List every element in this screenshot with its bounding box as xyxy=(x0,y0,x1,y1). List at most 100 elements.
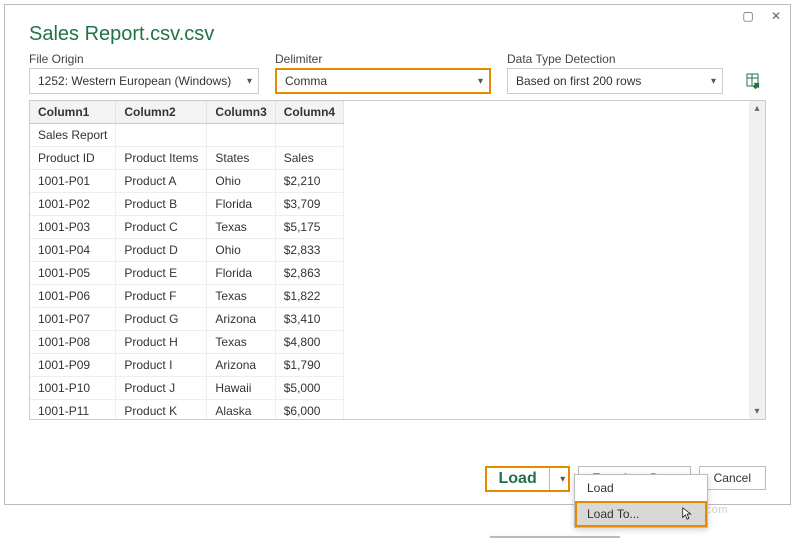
table-row[interactable]: 1001-P07Product GArizona$3,410 xyxy=(30,308,344,331)
scroll-up-icon[interactable]: ▴ xyxy=(752,101,761,116)
table-cell: Sales Report xyxy=(30,124,116,147)
table-cell: 1001-P04 xyxy=(30,239,116,262)
chevron-down-icon: ▾ xyxy=(711,76,716,87)
table-cell: 1001-P02 xyxy=(30,193,116,216)
scroll-down-icon[interactable]: ▾ xyxy=(752,404,761,419)
table-cell: Product I xyxy=(116,354,207,377)
table-cell: Sales xyxy=(275,147,343,170)
preview-grid: Column1Column2Column3Column4 Sales Repor… xyxy=(30,101,344,420)
table-cell: Ohio xyxy=(207,239,275,262)
table-cell: Arizona xyxy=(207,354,275,377)
table-cell: $1,822 xyxy=(275,285,343,308)
table-cell: Product K xyxy=(116,400,207,421)
chevron-down-icon: ▾ xyxy=(247,76,252,87)
table-cell: Product D xyxy=(116,239,207,262)
menu-item-load[interactable]: Load xyxy=(575,475,707,501)
table-row[interactable]: 1001-P05Product EFlorida$2,863 xyxy=(30,262,344,285)
table-row[interactable]: 1001-P04Product DOhio$2,833 xyxy=(30,239,344,262)
maximize-button[interactable]: ▢ xyxy=(734,5,762,27)
column-header[interactable]: Column4 xyxy=(275,101,343,124)
table-cell xyxy=(116,124,207,147)
table-cell: 1001-P09 xyxy=(30,354,116,377)
table-cell: Product C xyxy=(116,216,207,239)
table-row[interactable]: 1001-P09Product IArizona$1,790 xyxy=(30,354,344,377)
table-cell: $6,000 xyxy=(275,400,343,421)
table-row[interactable]: 1001-P03Product CTexas$5,175 xyxy=(30,216,344,239)
detection-value: Based on first 200 rows xyxy=(516,74,641,88)
table-cell: $5,175 xyxy=(275,216,343,239)
table-cell: $1,790 xyxy=(275,354,343,377)
load-button-main[interactable]: Load xyxy=(487,468,550,490)
table-cell: Product Items xyxy=(116,147,207,170)
table-cell: Product G xyxy=(116,308,207,331)
vertical-scrollbar[interactable]: ▴ ▾ xyxy=(749,101,765,419)
load-button-dropdown[interactable]: ▾ xyxy=(550,468,568,490)
table-cell: Texas xyxy=(207,285,275,308)
table-row[interactable]: Product IDProduct ItemsStatesSales xyxy=(30,147,344,170)
chevron-down-icon: ▾ xyxy=(478,76,483,87)
table-cell: $2,833 xyxy=(275,239,343,262)
table-cell: Product H xyxy=(116,331,207,354)
chevron-down-icon: ▾ xyxy=(560,474,565,485)
table-cell: Product E xyxy=(116,262,207,285)
extract-table-button[interactable] xyxy=(742,68,766,94)
table-row[interactable]: 1001-P01Product AOhio$2,210 xyxy=(30,170,344,193)
file-origin-select[interactable]: 1252: Western European (Windows) ▾ xyxy=(29,68,259,94)
table-cell: 1001-P06 xyxy=(30,285,116,308)
table-row[interactable]: 1001-P02Product BFlorida$3,709 xyxy=(30,193,344,216)
table-cell xyxy=(275,124,343,147)
delimiter-label: Delimiter xyxy=(275,52,491,66)
table-cell: 1001-P03 xyxy=(30,216,116,239)
column-header[interactable]: Column2 xyxy=(116,101,207,124)
table-cell: 1001-P10 xyxy=(30,377,116,400)
table-row[interactable]: 1001-P11Product KAlaska$6,000 xyxy=(30,400,344,421)
table-cell: Hawaii xyxy=(207,377,275,400)
cancel-button[interactable]: Cancel xyxy=(699,466,766,490)
preview-grid-container: Column1Column2Column3Column4 Sales Repor… xyxy=(29,100,766,420)
table-cell: 1001-P01 xyxy=(30,170,116,193)
table-cell: $3,709 xyxy=(275,193,343,216)
close-button[interactable]: ✕ xyxy=(762,5,790,27)
table-cell: 1001-P07 xyxy=(30,308,116,331)
table-cell: Product B xyxy=(116,193,207,216)
detection-label: Data Type Detection xyxy=(507,52,723,66)
file-origin-label: File Origin xyxy=(29,52,259,66)
table-row[interactable]: Sales Report xyxy=(30,124,344,147)
table-row[interactable]: 1001-P08Product HTexas$4,800 xyxy=(30,331,344,354)
table-cell: Product J xyxy=(116,377,207,400)
table-cell: $2,863 xyxy=(275,262,343,285)
table-cell: $2,210 xyxy=(275,170,343,193)
cursor-icon xyxy=(681,507,695,521)
dialog-title: Sales Report.csv.csv xyxy=(5,5,790,52)
file-origin-value: 1252: Western European (Windows) xyxy=(38,74,231,88)
detection-select[interactable]: Based on first 200 rows ▾ xyxy=(507,68,723,94)
menu-item-load-to[interactable]: Load To... xyxy=(575,501,707,527)
table-row[interactable]: 1001-P10Product JHawaii$5,000 xyxy=(30,377,344,400)
table-cell: Texas xyxy=(207,331,275,354)
table-cell: Product A xyxy=(116,170,207,193)
delimiter-value: Comma xyxy=(285,74,327,88)
table-cell: Florida xyxy=(207,262,275,285)
table-cell: $5,000 xyxy=(275,377,343,400)
table-cell: Arizona xyxy=(207,308,275,331)
table-cell xyxy=(207,124,275,147)
table-cell: 1001-P08 xyxy=(30,331,116,354)
load-dropdown-menu: Load Load To... xyxy=(574,474,708,528)
delimiter-select[interactable]: Comma ▾ xyxy=(275,68,491,94)
table-cell: $4,800 xyxy=(275,331,343,354)
table-cell: Product F xyxy=(116,285,207,308)
table-cell: States xyxy=(207,147,275,170)
column-header[interactable]: Column3 xyxy=(207,101,275,124)
table-cell: Product ID xyxy=(30,147,116,170)
table-cell: Florida xyxy=(207,193,275,216)
column-header[interactable]: Column1 xyxy=(30,101,116,124)
table-row[interactable]: 1001-P06Product FTexas$1,822 xyxy=(30,285,344,308)
table-cell: 1001-P05 xyxy=(30,262,116,285)
table-cell: $3,410 xyxy=(275,308,343,331)
table-extract-icon xyxy=(745,72,763,90)
menu-item-load-to-label: Load To... xyxy=(587,507,640,521)
load-split-button[interactable]: Load ▾ xyxy=(485,466,570,492)
table-cell: Texas xyxy=(207,216,275,239)
table-cell: Alaska xyxy=(207,400,275,421)
table-cell: Ohio xyxy=(207,170,275,193)
